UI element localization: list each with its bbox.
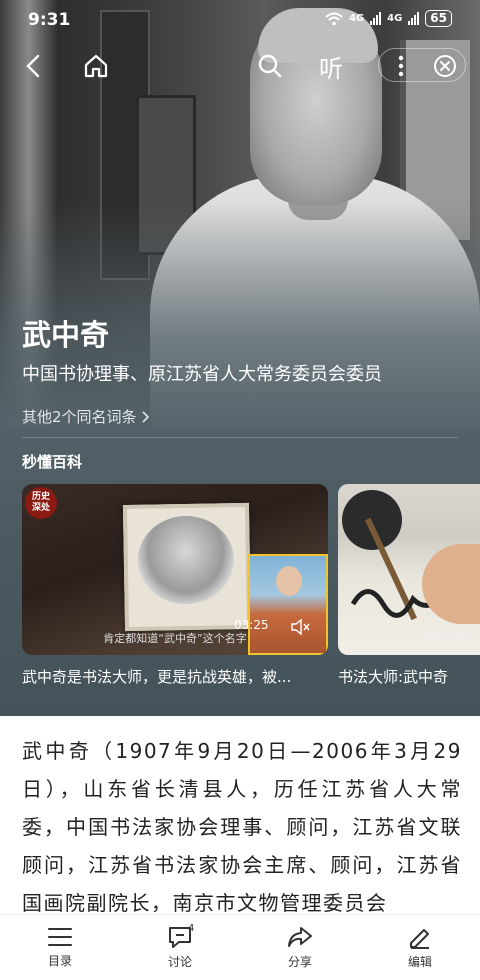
network-label-1: 4G — [348, 13, 365, 24]
listen-button[interactable]: 听 — [312, 46, 350, 86]
same-name-entries-link[interactable]: 其他2个同名词条 — [22, 406, 149, 427]
video-title-1[interactable]: 武中奇是书法大师，更是抗战英雄，被... — [22, 666, 322, 687]
search-button[interactable] — [254, 46, 286, 86]
tab-label: 分享 — [287, 955, 312, 969]
wifi-icon — [325, 12, 343, 25]
signal-icon-2 — [408, 12, 420, 25]
video-thumbnail — [122, 502, 252, 632]
tab-label: 编辑 — [407, 955, 432, 969]
more-vertical-icon — [398, 55, 404, 77]
video-card-1[interactable]: 历史 深处 03:25 肯定都知道“武中奇”这个名字 — [22, 484, 328, 655]
top-nav-bar: 听 — [0, 46, 480, 86]
same-name-label: 其他2个同名词条 — [22, 408, 137, 426]
menu-icon — [48, 928, 72, 946]
intro-paragraph: 武中奇（1907年9月20日—2006年3月29日），山东省长清县人，历任江苏省… — [22, 739, 462, 912]
battery-indicator: 65 — [425, 10, 452, 27]
tab-label: 目录 — [47, 954, 72, 968]
bottom-toolbar: 目录 4 讨论 分享 编辑 — [0, 914, 480, 980]
search-icon — [258, 54, 282, 78]
hero-section: 9:31 4G 4G 65 听 武中奇 中国书协理事、原江苏省人大常务委员会委员… — [0, 0, 480, 716]
close-button[interactable] — [430, 46, 460, 86]
video-subtitle: 肯定都知道“武中奇”这个名字 — [103, 632, 247, 645]
tab-edit[interactable]: 编辑 — [360, 915, 480, 980]
close-circle-icon — [434, 55, 456, 77]
signal-icon-1 — [370, 12, 382, 25]
back-button[interactable] — [18, 46, 48, 86]
tab-label: 讨论 — [167, 955, 192, 969]
tab-discussion[interactable]: 4 讨论 — [120, 915, 240, 980]
home-icon — [84, 54, 108, 78]
entry-title: 武中奇 — [22, 318, 110, 352]
edit-icon — [410, 929, 429, 949]
share-icon — [288, 927, 312, 947]
chevron-left-icon — [26, 54, 40, 78]
network-label-2: 4G — [387, 13, 403, 24]
tab-share[interactable]: 分享 — [240, 915, 360, 980]
home-button[interactable] — [80, 46, 112, 86]
divider — [22, 437, 458, 438]
status-time: 9:31 — [28, 10, 71, 30]
channel-logo: 历史 深处 — [25, 487, 57, 519]
entry-subtitle: 中国书协理事、原江苏省人大常务委员会委员 — [22, 364, 382, 385]
chevron-right-icon — [141, 410, 149, 423]
section-title: 秒懂百科 — [22, 453, 83, 471]
video-title-2[interactable]: 书法大师:武中奇 — [338, 666, 478, 687]
comment-count-badge: 4 — [188, 923, 195, 934]
tab-catalog[interactable]: 目录 — [0, 915, 120, 980]
status-bar: 9:31 4G 4G 65 — [0, 0, 480, 40]
video-card-2[interactable]: 而我亲眼的 — [338, 484, 480, 655]
more-button[interactable] — [388, 46, 414, 86]
video-subtitle-2: 而我亲眼的 — [426, 634, 476, 645]
